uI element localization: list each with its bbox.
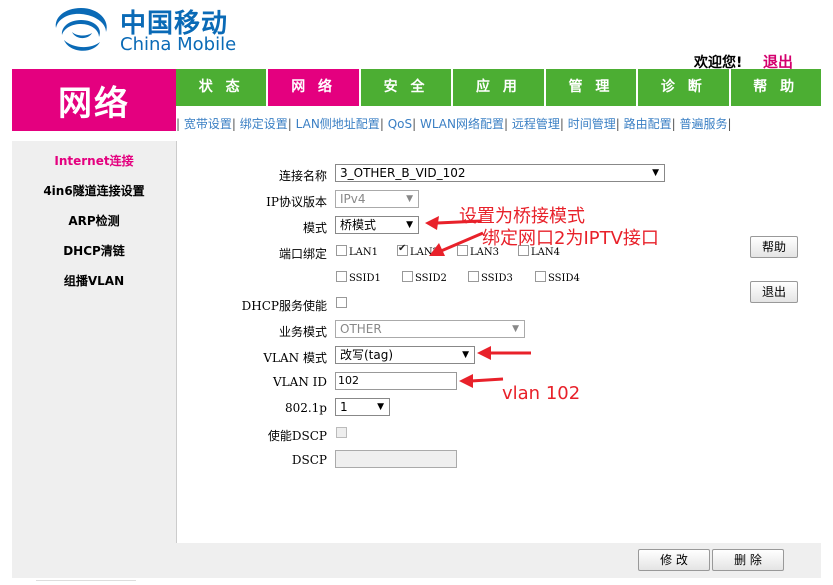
bottom-action-bar: 修 改 删 除 [12, 543, 821, 578]
tab-security[interactable]: 安 全 [360, 69, 452, 106]
annotation-bind-port: 绑定网口2为IPTV接口 [482, 228, 659, 249]
dscp-label: DSCP [291, 453, 327, 467]
subnav-time[interactable]: 时间管理 [568, 117, 616, 131]
annotation-arrow-icon [459, 374, 504, 388]
checkbox-ssid2[interactable] [402, 271, 413, 282]
subnav-universal[interactable]: 普遍服务 [680, 117, 728, 131]
sidebar: Internet连接 4in6隧道连接设置 ARP检测 DHCP清链 组播VLA… [12, 146, 176, 296]
china-mobile-logo-icon [55, 8, 107, 51]
dropdown-arrow-icon: ▼ [406, 194, 413, 204]
subnav-remote[interactable]: 远程管理 [512, 117, 560, 131]
brand-name-en: China Mobile [120, 34, 237, 55]
checkbox-ssid4[interactable] [535, 271, 546, 282]
dhcp-enable-label: DHCP服务使能 [241, 299, 327, 313]
main-tabs: 状 态 网 络 安 全 应 用 管 理 诊 断 帮 助 [176, 69, 821, 106]
dropdown-arrow-icon: ▼ [462, 350, 469, 360]
annotation-vlan: vlan 102 [502, 383, 581, 404]
service-mode-label: 业务模式 [278, 325, 327, 339]
conn-name-value: 3_OTHER_B_VID_102 [340, 166, 466, 180]
china-mobile-logo: 中国移动 China Mobile [50, 0, 250, 62]
service-mode-select[interactable]: OTHER ▼ [335, 320, 525, 338]
service-mode-value: OTHER [340, 322, 382, 336]
checkbox-ssid3[interactable] [468, 271, 479, 282]
dropdown-arrow-icon: ▼ [652, 168, 659, 178]
conn-name-select[interactable]: 3_OTHER_B_VID_102 ▼ [335, 164, 665, 182]
mode-select[interactable]: 桥模式 ▼ [335, 216, 419, 234]
dscp-enable-label: 使能DSCP [267, 429, 327, 443]
vlan-mode-value: 改写(tag) [340, 348, 394, 362]
vlan-mode-select[interactable]: 改写(tag) ▼ [335, 346, 475, 364]
tab-management[interactable]: 管 理 [545, 69, 637, 106]
content-panel: 连接名称 3_OTHER_B_VID_102 ▼ IP协议版本 IPv4 ▼ 模… [176, 141, 821, 543]
port-label-ssid1: SSID1 [349, 273, 381, 284]
sidebar-item-dhcp[interactable]: DHCP清链 [12, 236, 176, 266]
subnav-binding[interactable]: 绑定设置 [240, 117, 288, 131]
port-label-ssid3: SSID3 [481, 273, 513, 284]
section-title: 网络 [12, 69, 176, 131]
dscp-input[interactable] [335, 450, 457, 468]
ip-version-label: IP协议版本 [266, 195, 327, 209]
ip-version-select[interactable]: IPv4 ▼ [335, 190, 419, 208]
dropdown-arrow-icon: ▼ [377, 402, 384, 412]
tab-network[interactable]: 网 络 [268, 69, 359, 106]
tab-help[interactable]: 帮 助 [730, 69, 821, 106]
subnav-broadband[interactable]: 宽带设置 [184, 117, 232, 131]
subnav-wlan[interactable]: WLAN网络配置 [420, 117, 504, 131]
vlan-id-label: VLAN ID [273, 375, 327, 389]
port-label-lan1: LAN1 [349, 247, 378, 258]
bottom-strip [36, 580, 136, 585]
port-label-ssid2: SSID2 [415, 273, 447, 284]
dropdown-arrow-icon: ▼ [406, 220, 413, 230]
annotation-arrow-icon [429, 231, 484, 256]
sidebar-item-multicast-vlan[interactable]: 组播VLAN [12, 266, 176, 296]
port-bind-label: 端口绑定 [278, 247, 327, 261]
checkbox-lan1[interactable] [336, 245, 347, 256]
tab-diagnose[interactable]: 诊 断 [638, 69, 729, 106]
sub-navigation: | 宽带设置| 绑定设置| LAN侧地址配置| QoS| WLAN网络配置| 远… [176, 106, 821, 141]
p8021-label: 802.1p [284, 401, 327, 415]
vlan-mode-label: VLAN 模式 [263, 351, 327, 365]
vlan-id-value: 102 [338, 374, 359, 387]
tab-status[interactable]: 状 态 [176, 69, 267, 106]
sidebar-item-arp[interactable]: ARP检测 [12, 206, 176, 236]
delete-button[interactable]: 删 除 [712, 549, 784, 571]
conn-name-label: 连接名称 [278, 169, 327, 183]
checkbox-ssid1[interactable] [336, 271, 347, 282]
checkbox-dhcp-enable[interactable] [336, 297, 347, 308]
annotation-arrow-icon [477, 346, 531, 360]
subnav-qos[interactable]: QoS [388, 117, 412, 131]
checkbox-lan2[interactable] [397, 243, 408, 256]
modify-button[interactable]: 修 改 [638, 549, 710, 571]
logout-button[interactable]: 退出 [750, 281, 798, 303]
p8021-select[interactable]: 1 ▼ [335, 398, 390, 416]
subnav-route[interactable]: 路由配置 [624, 117, 672, 131]
help-button[interactable]: 帮助 [750, 236, 798, 258]
ip-version-value: IPv4 [340, 192, 366, 206]
tab-application[interactable]: 应 用 [453, 69, 544, 106]
port-label-ssid4: SSID4 [548, 273, 580, 284]
checkbox-dscp-enable[interactable] [336, 427, 347, 438]
subnav-lan-address[interactable]: LAN侧地址配置 [296, 117, 380, 131]
mode-label: 模式 [302, 221, 327, 235]
sidebar-item-4in6[interactable]: 4in6隧道连接设置 [12, 176, 176, 206]
sidebar-item-internet[interactable]: Internet连接 [12, 146, 176, 176]
vlan-id-input[interactable]: 102 [335, 372, 457, 390]
p8021-value: 1 [340, 400, 348, 414]
dropdown-arrow-icon: ▼ [512, 324, 519, 334]
mode-value: 桥模式 [340, 218, 377, 232]
